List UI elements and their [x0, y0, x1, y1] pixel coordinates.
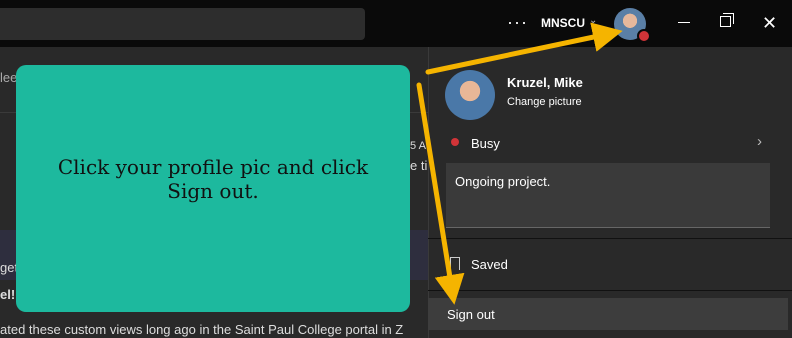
- annotation-arrows: [416, 22, 623, 305]
- arrow-to-avatar: [425, 22, 623, 75]
- arrow-to-sign-out: [416, 82, 465, 305]
